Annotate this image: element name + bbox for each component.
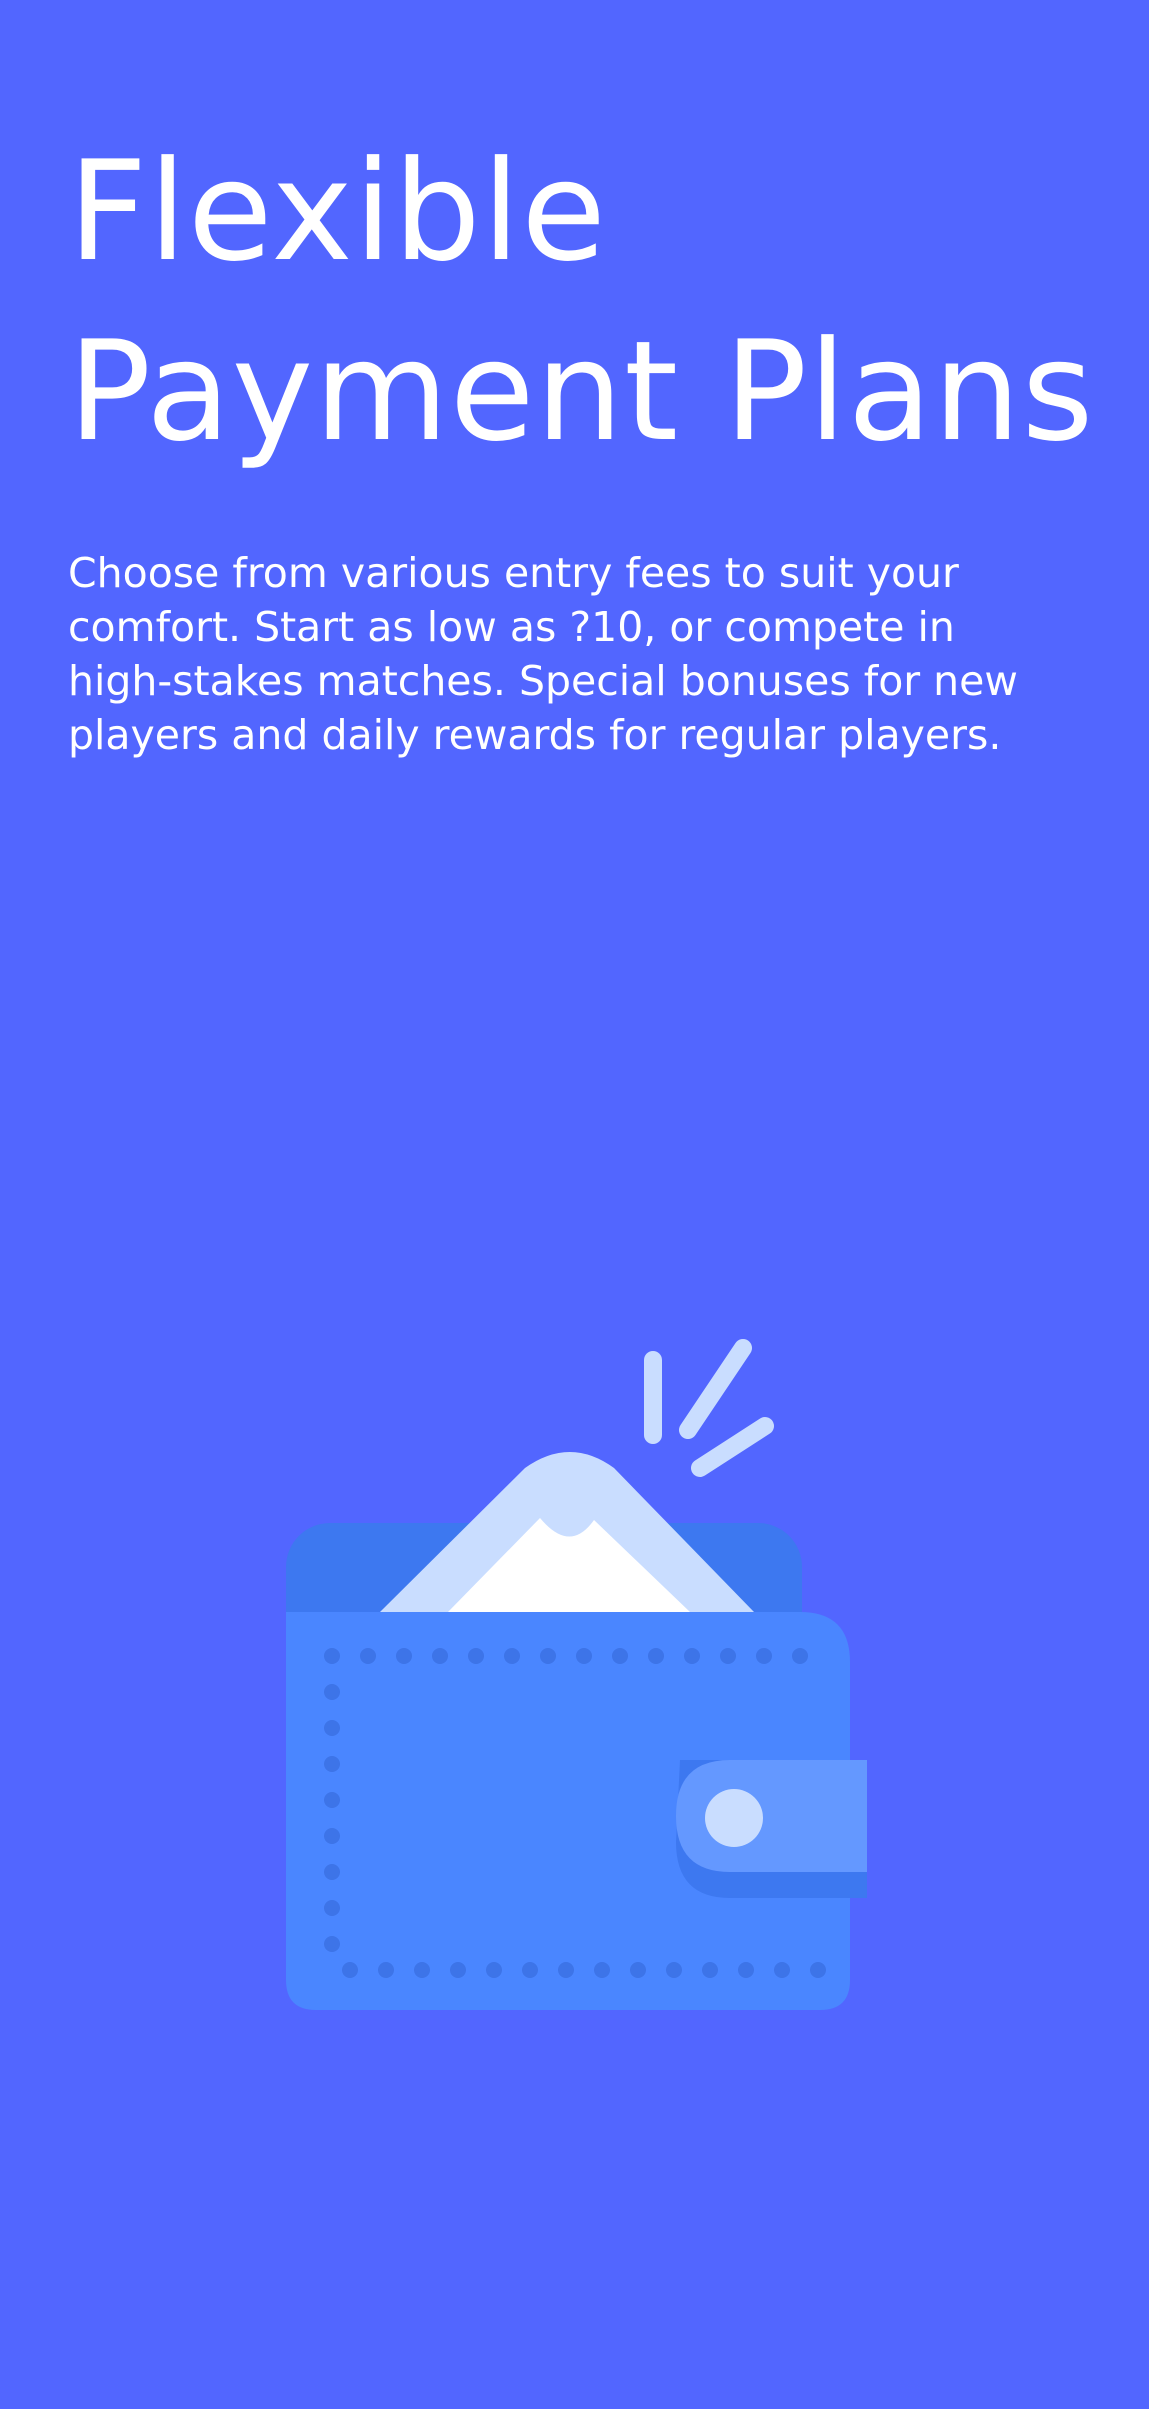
- description-line-3: high-stakes matches. Special bonuses for…: [68, 657, 1018, 705]
- description-line-1: Choose from various entry fees to suit y…: [68, 549, 959, 597]
- wallet-clasp: [676, 1760, 867, 1872]
- wallet-clasp-button: [705, 1789, 763, 1847]
- onboarding-screen: Flexible Payment Plans Choose from vario…: [0, 0, 1149, 2409]
- sparkle-line-2: [679, 1339, 752, 1439]
- page-title-line-1: Flexible: [68, 131, 608, 292]
- sparkle-lines: [644, 1339, 774, 1477]
- page-title: Flexible Payment Plans: [68, 122, 1108, 482]
- page-description: Choose from various entry fees to suit y…: [68, 546, 1108, 762]
- description-line-2: comfort. Start as low as ?10, or compete…: [68, 603, 955, 651]
- wallet-icon: [270, 1320, 880, 2040]
- page-title-line-2: Payment Plans: [68, 311, 1095, 472]
- sparkle-line-3: [691, 1417, 774, 1477]
- description-line-4: players and daily rewards for regular pl…: [68, 711, 1002, 759]
